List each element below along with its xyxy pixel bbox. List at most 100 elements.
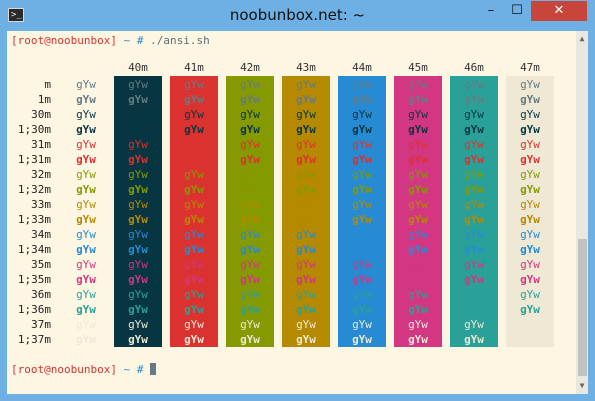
sample-cell: gYw <box>464 78 484 91</box>
sample-cell: gYw <box>296 213 316 226</box>
command-text: ./ansi.sh <box>150 34 210 47</box>
sample-cell: gYw <box>408 198 428 211</box>
fg-row-label: 32m <box>31 168 51 181</box>
sample-cell: gYw <box>464 228 484 241</box>
sample-cell: gYw <box>464 243 484 256</box>
maximize-button[interactable]: ☐ <box>504 1 530 21</box>
sample-cell: gYw <box>240 258 260 271</box>
sample-cell: gYw <box>128 258 148 271</box>
sample-cell: gYw <box>408 183 428 196</box>
sample-cell: gYw <box>128 303 148 316</box>
sample-cell: gYw <box>184 153 204 166</box>
sample-cell: gYw <box>464 108 484 121</box>
command-line: [root@noobunbox] ~ # ./ansi.sh <box>11 34 210 47</box>
sample-cell: gYw <box>520 213 540 226</box>
sample-cell: gYw <box>464 333 484 346</box>
fg-row-label: 1m <box>37 93 51 106</box>
sample-cell: gYw <box>128 198 148 211</box>
sample-cell: gYw <box>520 183 540 196</box>
sample-cell: gYw <box>408 303 428 316</box>
prompt-user: [root@noobunbox] <box>11 363 117 376</box>
sample-cell: gYw <box>184 198 204 211</box>
bg-header: 44m <box>352 61 372 74</box>
sample-cell: gYw <box>296 258 316 271</box>
sample-cell: gYw <box>76 288 96 301</box>
sample-cell: gYw <box>520 153 540 166</box>
sample-cell: gYw <box>296 123 316 136</box>
sample-cell: gYw <box>352 333 372 346</box>
scrollbar-thumb[interactable] <box>578 239 587 376</box>
sample-cell: gYw <box>128 213 148 226</box>
sample-cell: gYw <box>76 183 96 196</box>
fg-row-label: 1;32m <box>17 183 51 196</box>
sample-cell: gYw <box>240 228 260 241</box>
sample-cell: gYw <box>520 243 540 256</box>
sample-cell: gYw <box>240 333 260 346</box>
bg-header: 40m <box>128 61 148 74</box>
sample-cell: gYw <box>76 243 96 256</box>
sample-cell: gYw <box>128 273 148 286</box>
sample-cell: gYw <box>240 243 260 256</box>
sample-cell: gYw <box>520 273 540 286</box>
sample-cell: gYw <box>352 183 372 196</box>
sample-cell: gYw <box>520 168 540 181</box>
sample-cell: gYw <box>240 273 260 286</box>
fg-row-label: 1;37m <box>17 333 51 346</box>
sample-cell: gYw <box>408 168 428 181</box>
sample-cell: gYw <box>520 228 540 241</box>
terminal-output[interactable]: [root@noobunbox] ~ # ./ansi.sh 40m 41m 42m… <box>7 31 576 394</box>
scroll-down-arrow-icon[interactable]: ▼ <box>576 380 588 392</box>
title-bar[interactable]: >_ noobunbox.net: ~ – ☐ ✕ <box>0 0 595 31</box>
sample-cell: gYw <box>184 318 204 331</box>
sample-cell: gYw <box>464 303 484 316</box>
sample-cell: gYw <box>352 288 372 301</box>
sample-cell: gYw <box>352 318 372 331</box>
sample-cell: gYw <box>296 183 316 196</box>
sample-cell: gYw <box>128 183 148 196</box>
sample-cell: gYw <box>296 243 316 256</box>
sample-cell: gYw <box>296 303 316 316</box>
minimize-button[interactable]: – <box>478 1 504 21</box>
scroll-up-arrow-icon[interactable]: ▲ <box>576 33 588 45</box>
sample-cell: gYw <box>296 288 316 301</box>
sample-cell: gYw <box>128 318 148 331</box>
fg-row-label: 36m <box>31 288 51 301</box>
sample-cell: gYw <box>464 288 484 301</box>
bg-header: 43m <box>296 61 316 74</box>
active-prompt-line[interactable]: [root@noobunbox] ~ # <box>11 363 157 376</box>
sample-cell: gYw <box>184 228 204 241</box>
sample-cell: gYw <box>128 138 148 151</box>
sample-cell: gYw <box>464 213 484 226</box>
sample-cell: gYw <box>184 108 204 121</box>
sample-cell: gYw <box>184 303 204 316</box>
text-cursor <box>150 363 157 375</box>
sample-cell: gYw <box>464 183 484 196</box>
sample-cell: gYw <box>520 333 540 346</box>
sample-cell: gYw <box>76 93 96 106</box>
sample-cell: gYw <box>128 228 148 241</box>
sample-cell: gYw <box>128 168 148 181</box>
sample-cell: gYw <box>352 258 372 271</box>
prompt-path: ~ # <box>116 363 151 376</box>
sample-cell: gYw <box>184 273 204 286</box>
fg-row-label: 33m <box>31 198 51 211</box>
sample-cell: gYw <box>352 243 372 256</box>
sample-cell: gYw <box>408 153 428 166</box>
sample-cell: gYw <box>76 168 96 181</box>
sample-cell: gYw <box>76 303 96 316</box>
sample-cell: gYw <box>464 123 484 136</box>
sample-cell: gYw <box>184 123 204 136</box>
sample-cell: gYw <box>520 123 540 136</box>
sample-cell: gYw <box>240 138 260 151</box>
sample-cell: gYw <box>408 258 428 271</box>
sample-cell: gYw <box>76 198 96 211</box>
sample-cell: gYw <box>76 228 96 241</box>
sample-cell: gYw <box>184 138 204 151</box>
sample-cell: gYw <box>240 168 260 181</box>
sample-cell: gYw <box>128 93 148 106</box>
sample-cell: gYw <box>464 273 484 286</box>
sample-cell: gYw <box>240 183 260 196</box>
sample-cell: gYw <box>184 258 204 271</box>
vertical-scrollbar[interactable]: ▲ ▼ <box>576 31 588 394</box>
close-button[interactable]: ✕ <box>531 1 587 21</box>
